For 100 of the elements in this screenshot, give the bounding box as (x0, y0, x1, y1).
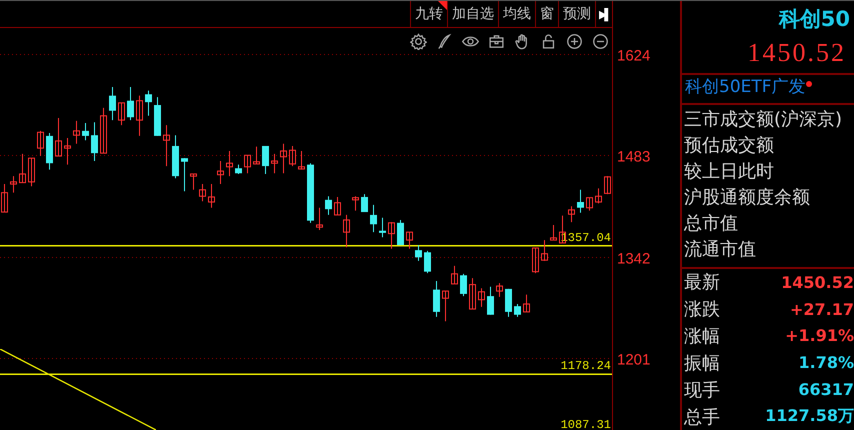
candlestick (28, 158, 35, 187)
candlestick (145, 90, 152, 116)
candlestick (460, 273, 467, 297)
stat-label: 涨跌 (684, 298, 720, 322)
candlestick (451, 265, 458, 284)
zoom-in-icon[interactable] (566, 33, 583, 50)
price-axis-label: 1201 (617, 352, 650, 368)
stat-label: 现手 (684, 378, 720, 402)
level-label: 1087.31 (560, 418, 611, 430)
candlestick (55, 117, 62, 157)
stat-label: 振幅 (684, 352, 720, 375)
info-label: 预估成交额 (684, 134, 775, 158)
candlestick (487, 286, 494, 316)
candlestick (496, 282, 503, 298)
candlestick (253, 146, 260, 164)
candlestick (109, 86, 116, 121)
candlestick (37, 130, 44, 157)
price-axis-label: 1342 (617, 250, 650, 268)
candlestick (316, 207, 323, 230)
candlestick (190, 173, 197, 190)
fund-link[interactable]: 科创50ETF广发 (685, 75, 806, 98)
candlestick (91, 122, 98, 162)
candlestick (577, 189, 584, 214)
candlestick (568, 206, 575, 223)
stat-value: +27.17 (790, 300, 854, 319)
lock-icon[interactable] (540, 33, 557, 50)
stat-label: 涨幅 (684, 324, 720, 348)
info-label: 流通市值 (684, 238, 757, 262)
candlestick (118, 102, 125, 126)
candlestick (550, 224, 557, 241)
candlestick (82, 122, 89, 141)
candlestick (433, 280, 440, 318)
candlestick (424, 250, 431, 274)
candlestick (604, 176, 611, 195)
stat-value: 1.78% (798, 353, 854, 372)
candlestick (514, 304, 521, 318)
candlestick (541, 240, 548, 262)
candlestick (505, 288, 512, 318)
candlestick (298, 150, 305, 170)
candlestick (325, 196, 332, 216)
candlestick (208, 184, 215, 208)
candlestick (163, 124, 170, 167)
info-label: 总市值 (684, 212, 739, 236)
candlestick (280, 143, 287, 174)
candlestick (307, 162, 314, 224)
candlestick (478, 288, 485, 308)
candlestick (154, 96, 161, 136)
stat-value: +1.91% (785, 326, 854, 346)
candlestick (415, 244, 422, 262)
price-axis-label: 1483 (617, 148, 650, 166)
price-axis-label: 1624 (617, 48, 650, 64)
candlestick (343, 214, 350, 248)
candlestick (370, 204, 377, 233)
candlestick (523, 294, 530, 312)
candlestick (217, 160, 224, 185)
candlestick (199, 184, 206, 202)
stat-value: 66317 (798, 380, 854, 400)
candlestick (262, 145, 269, 174)
candlestick (586, 197, 593, 212)
pen-icon[interactable] (436, 33, 453, 50)
candlestick (244, 154, 251, 174)
info-label: 沪股通额度余额 (684, 186, 811, 210)
candlestick (127, 86, 134, 121)
stat-label: 最新 (684, 271, 720, 294)
stat-value: 1127.58万 (765, 406, 854, 428)
candlestick (172, 134, 179, 179)
info-label: 三市成交额(沪深京) (684, 108, 844, 132)
index-name: 科创50 (778, 6, 851, 33)
candlestick (64, 138, 71, 166)
toolbox-icon[interactable] (488, 33, 505, 50)
index-price: 1450.52 (682, 38, 854, 76)
candlestick (19, 153, 26, 184)
candlestick (1, 184, 8, 213)
zoom-out-icon[interactable] (592, 33, 609, 50)
candlestick (406, 232, 413, 250)
level-label: 1178.24 (560, 359, 611, 374)
candlestick (289, 145, 296, 167)
stat-label: 总手 (684, 406, 720, 429)
candlestick (469, 278, 476, 310)
candlestick (595, 188, 602, 204)
candlestick (235, 164, 242, 174)
candlestick (361, 194, 368, 213)
candlestick (388, 222, 395, 250)
candlestick (352, 196, 359, 212)
candlestick (100, 107, 107, 154)
candlestick (181, 158, 188, 192)
candlestick (442, 290, 449, 322)
stat-value: 1450.52 (781, 272, 854, 292)
toolbar-button[interactable]: 九转 (410, 1, 448, 27)
candlestick (136, 95, 143, 136)
candlestick (334, 196, 341, 216)
candlestick (271, 153, 278, 174)
candlestick (226, 150, 233, 177)
candlestick (379, 217, 386, 238)
candlestick (73, 120, 80, 144)
candlestick (532, 247, 539, 274)
settings-icon[interactable] (410, 33, 427, 50)
candlestick (46, 132, 53, 170)
candlestick (397, 219, 404, 246)
candlestick (10, 176, 17, 194)
